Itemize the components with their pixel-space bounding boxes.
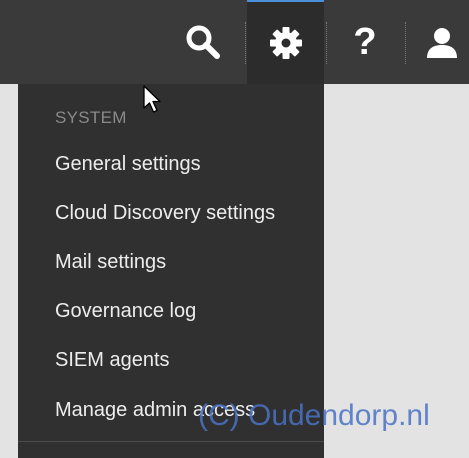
separator (245, 22, 246, 64)
search-button[interactable] (172, 0, 234, 84)
help-icon: ? (353, 20, 377, 63)
menu-section-header: SYSTEM (55, 108, 127, 127)
watermark: (C) Oudendorp.nl (198, 399, 430, 432)
separator (326, 22, 327, 64)
settings-button[interactable] (247, 0, 324, 84)
menu-item-cloud-discovery-settings[interactable]: Cloud Discovery settings (55, 197, 275, 229)
menu-item-governance-log[interactable]: Governance log (55, 295, 196, 327)
search-icon (186, 25, 220, 59)
help-button[interactable]: ? (334, 0, 396, 84)
user-button[interactable] (414, 0, 469, 84)
menu-item-mail-settings[interactable]: Mail settings (55, 246, 166, 278)
user-icon (426, 28, 457, 58)
separator (405, 22, 406, 64)
top-bar: ? (0, 0, 469, 84)
menu-divider (18, 441, 324, 442)
gear-icon (269, 27, 302, 59)
mouse-cursor-icon (143, 85, 161, 113)
menu-item-siem-agents[interactable]: SIEM agents (55, 344, 170, 376)
menu-item-general-settings[interactable]: General settings (55, 148, 201, 180)
